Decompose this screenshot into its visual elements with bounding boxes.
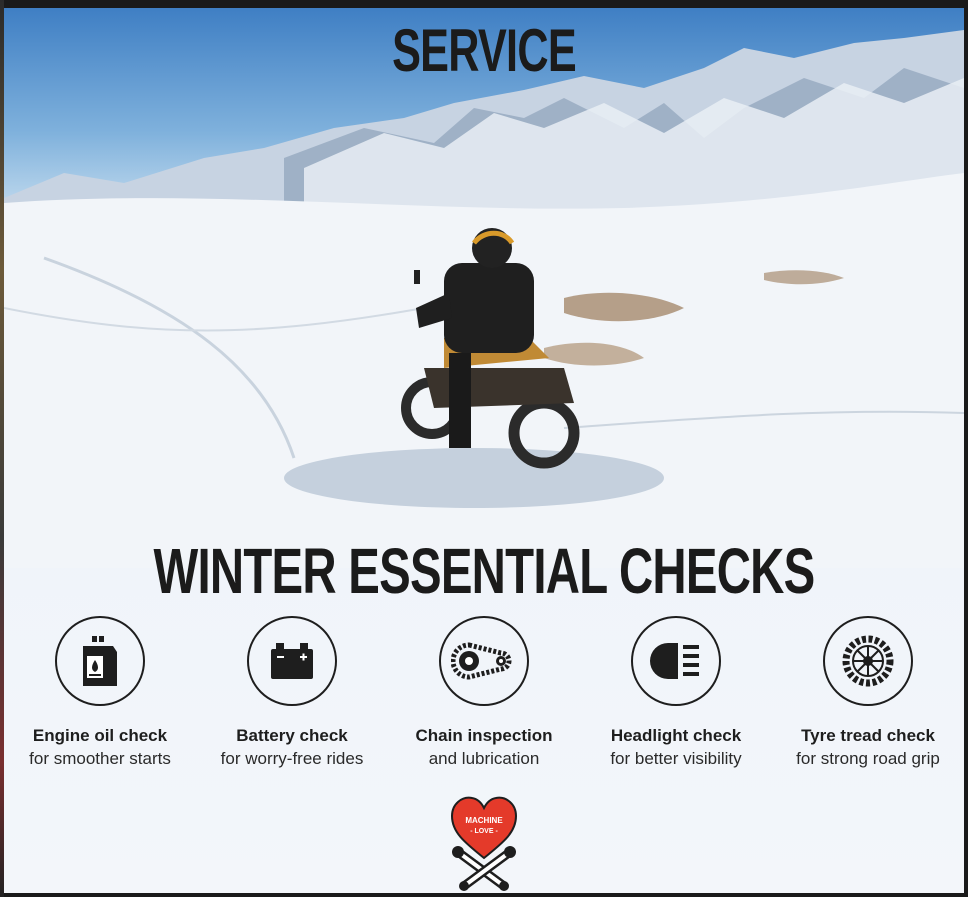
winter-checks-heading: WINTER ESSENTIAL CHECKS — [153, 535, 816, 607]
check-description: for worry-free rides — [220, 749, 364, 768]
logo-text-line2: - LOVE - — [470, 828, 498, 835]
machine-love-logo: MACHINE - LOVE - — [450, 796, 518, 891]
check-title: Tyre tread check — [801, 726, 935, 745]
check-title: Engine oil check — [32, 726, 168, 745]
check-item-headlight: Headlight check for better visibility — [580, 616, 772, 769]
icon-ring — [823, 616, 913, 706]
check-title: Headlight check — [610, 726, 742, 745]
service-poster: SERVICE WINTER ESSENTIAL CHECKS Engine o… — [4, 8, 964, 893]
logo-text-line1: MACHINE — [465, 816, 503, 825]
icon-ring — [631, 616, 721, 706]
engine-oil-icon — [83, 636, 117, 686]
service-heading: SERVICE — [392, 17, 577, 84]
snow-pit-shadow — [284, 448, 664, 508]
icon-ring — [439, 616, 529, 706]
headlight-icon — [650, 643, 699, 679]
check-item-chain: Chain inspection and lubrication — [388, 616, 580, 769]
snow-mountain-scene — [4, 30, 964, 568]
check-title: Chain inspection — [415, 726, 553, 745]
chain-icon — [451, 642, 512, 680]
icon-ring — [247, 616, 337, 706]
checks-row: Engine oil check for smoother starts Bat… — [4, 616, 964, 776]
check-item-battery: Battery check for worry-free rides — [196, 616, 388, 769]
tyre-icon — [842, 635, 894, 687]
check-description: for smoother starts — [29, 749, 171, 768]
icon-ring — [55, 616, 145, 706]
battery-icon — [271, 643, 313, 679]
check-description: for strong road grip — [796, 749, 940, 768]
check-description: for better visibility — [610, 749, 742, 768]
check-item-engine-oil: Engine oil check for smoother starts — [4, 616, 196, 769]
check-title: Battery check — [236, 726, 348, 745]
check-item-tyre: Tyre tread check for strong road grip — [772, 616, 964, 769]
check-description: and lubrication — [428, 749, 540, 768]
